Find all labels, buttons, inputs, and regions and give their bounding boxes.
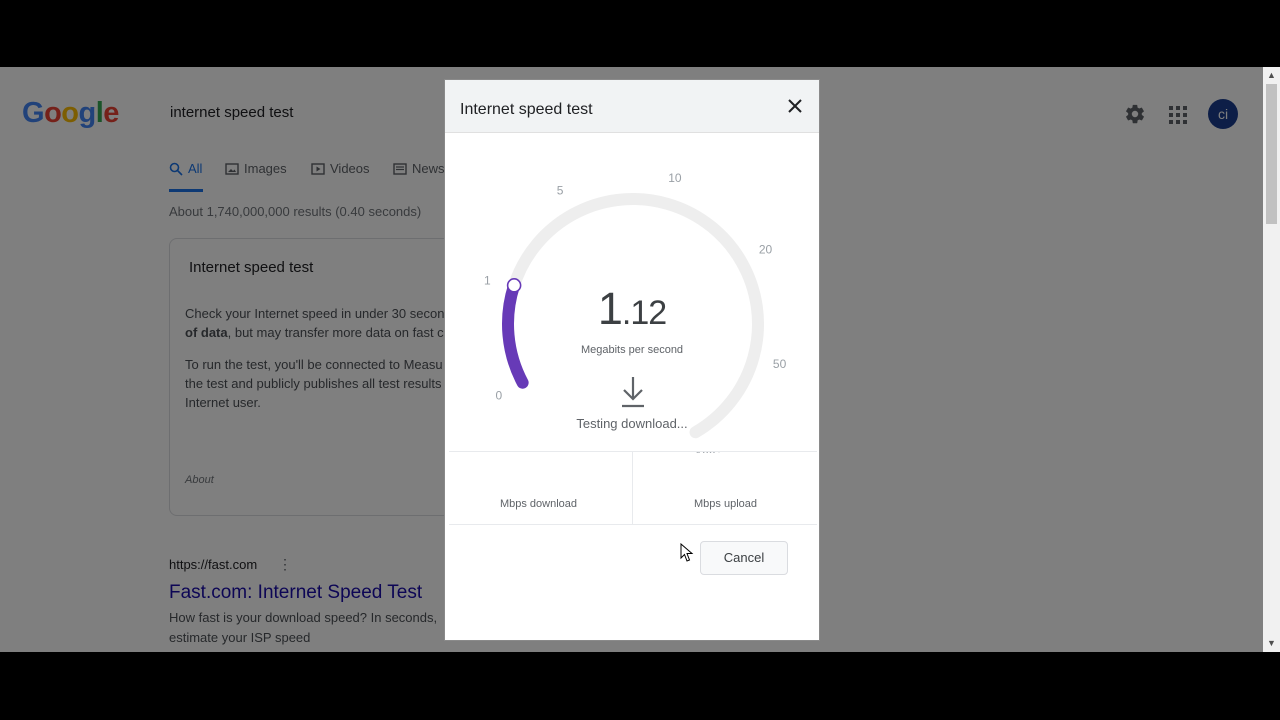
gauge-tick-label: 50 [773, 357, 787, 371]
scroll-down-arrow-icon[interactable]: ▼ [1263, 635, 1280, 652]
test-status: Testing download... [576, 416, 688, 431]
gauge-tick-label: 5 [557, 184, 564, 198]
cancel-button[interactable]: Cancel [700, 541, 788, 575]
close-icon[interactable] [785, 96, 805, 116]
scroll-up-arrow-icon[interactable]: ▲ [1263, 67, 1280, 84]
dialog-header: Internet speed test [445, 80, 819, 133]
vertical-scrollbar[interactable]: ▲ ▼ [1263, 67, 1280, 652]
speed-integer: 1 [597, 283, 623, 334]
download-result-label: Mbps download [499, 498, 578, 510]
speed-test-dialog: Internet speed test 015102050100+ 1.12 M… [444, 79, 820, 641]
divider [449, 451, 817, 452]
gauge-tick-label: 0 [495, 388, 502, 402]
gauge-tick-label: 20 [759, 243, 773, 257]
gauge-tick-label: 10 [668, 171, 682, 185]
scroll-thumb[interactable] [1266, 84, 1277, 224]
dialog-title: Internet speed test [460, 101, 593, 118]
speed-decimal: .12 [621, 294, 667, 332]
speed-value: 1.12 [445, 283, 819, 335]
divider [449, 524, 817, 525]
browser-viewport: Google internet speed test ci All Images [0, 67, 1280, 652]
mouse-cursor-icon [680, 543, 694, 562]
divider [632, 452, 633, 524]
download-arrow-icon [622, 377, 644, 408]
upload-result-label: Mbps upload [694, 498, 757, 510]
speed-unit: Megabits per second [580, 344, 684, 356]
